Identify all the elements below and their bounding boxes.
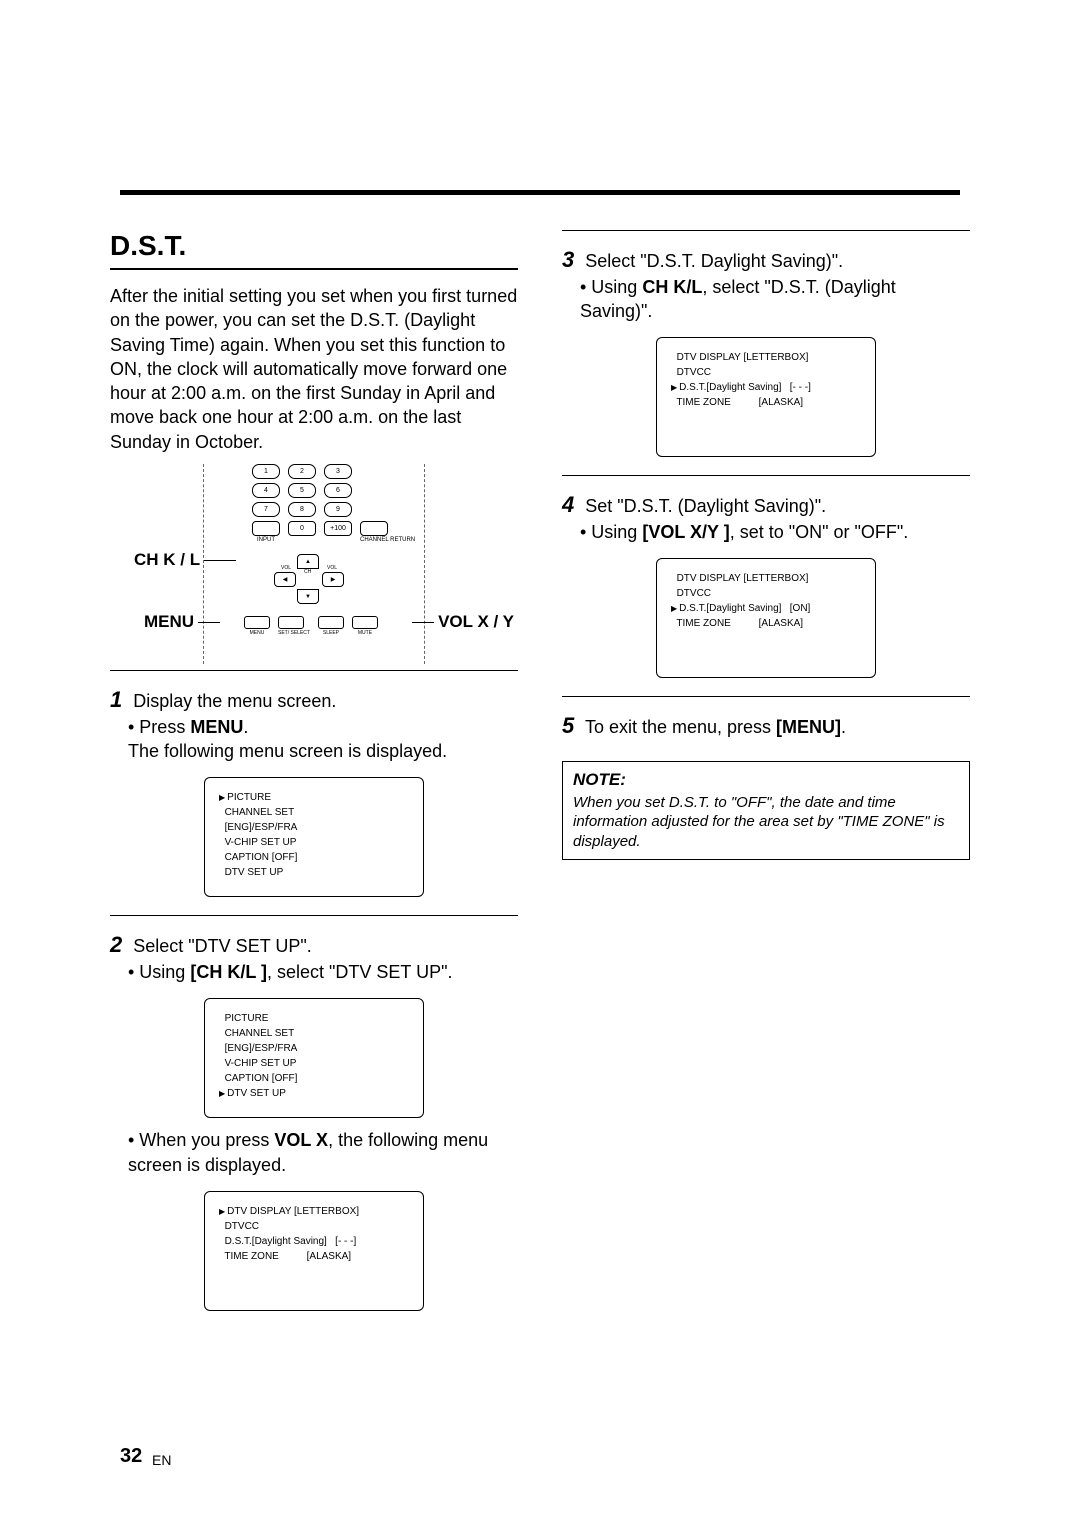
sleep-label: SLEEP — [318, 630, 344, 636]
mute-label: MUTE — [352, 630, 378, 636]
menu-label: MENU — [144, 612, 220, 632]
note-box: NOTE: When you set D.S.T. to "OFF", the … — [562, 761, 970, 861]
step-2-sub3: • When you press VOL X, the following me… — [128, 1128, 518, 1177]
step-4-number: 4 — [562, 492, 574, 517]
step-4: 4 Set "D.S.T. (Daylight Saving)". • Usin… — [562, 475, 970, 696]
step-1-text: 1 Display the menu screen. — [110, 685, 518, 715]
remote-diagram: 123 456 789 INPUT 0 +100 CHANNEL RETURN … — [110, 464, 518, 664]
dpad: CH▲ ▼ ◀VOL VOL▶ — [274, 554, 344, 604]
set-select-label: SET/ SELECT — [278, 630, 310, 636]
bottom-buttons: MENU SET/ SELECT SLEEP MUTE — [244, 616, 378, 636]
step-2-number: 2 — [110, 932, 122, 957]
step-3-number: 3 — [562, 247, 574, 272]
ch-label: CH K / L — [134, 550, 236, 570]
step-3-text: 3 Select "D.S.T. Daylight Saving)". — [562, 245, 970, 275]
step-3-sub: • Using CH K/L, select "D.S.T. (Daylight… — [580, 275, 970, 324]
section-title: D.S.T. — [110, 230, 518, 270]
plus100-button: +100 — [324, 521, 352, 536]
manual-page: D.S.T. After the initial setting you set… — [0, 0, 1080, 1528]
input-label: INPUT — [252, 537, 280, 543]
page-number: 32 — [120, 1445, 142, 1468]
keypad: 123 456 789 INPUT 0 +100 CHANNEL RETURN — [252, 464, 415, 547]
step-1: 1 Display the menu screen. • Press MENU.… — [110, 670, 518, 915]
intro-paragraph: After the initial setting you set when y… — [110, 284, 518, 454]
vol-label: VOL X / Y — [412, 612, 514, 632]
step-2-screen: PICTURECHANNEL SET[ENG]/ESP/FRAV-CHIP SE… — [204, 998, 424, 1118]
left-column: D.S.T. After the initial setting you set… — [110, 230, 518, 1329]
dpad-right: VOL▶ — [322, 572, 344, 587]
dpad-up: CH▲ — [297, 554, 319, 569]
step-4-text: 4 Set "D.S.T. (Daylight Saving)". — [562, 490, 970, 520]
menu-btn-label: MENU — [244, 630, 270, 636]
right-column: 3 Select "D.S.T. Daylight Saving)". • Us… — [562, 230, 970, 1329]
note-body: When you set D.S.T. to "OFF", the date a… — [573, 793, 959, 852]
dpad-down: ▼ — [297, 589, 319, 604]
step-2-screen2: DTV DISPLAY [LETTERBOX]DTVCCD.S.T.[Dayli… — [204, 1191, 424, 1311]
step-4-screen: DTV DISPLAY [LETTERBOX]DTVCCD.S.T.[Dayli… — [656, 558, 876, 678]
top-rule — [120, 190, 960, 195]
channel-return-label: CHANNEL RETURN — [360, 537, 415, 543]
step-5: 5 To exit the menu, press [MENU]. — [562, 696, 970, 749]
dpad-left: ◀VOL — [274, 572, 296, 587]
remote-outline: 123 456 789 INPUT 0 +100 CHANNEL RETURN … — [203, 464, 425, 664]
step-2: 2 Select "DTV SET UP". • Using [CH K/L ]… — [110, 915, 518, 1329]
columns: D.S.T. After the initial setting you set… — [110, 230, 970, 1329]
step-1-sub2: The following menu screen is displayed. — [128, 739, 518, 763]
step-4-sub: • Using [VOL X/Y ], set to "ON" or "OFF"… — [580, 520, 970, 544]
note-title: NOTE: — [573, 770, 959, 790]
step-5-text: 5 To exit the menu, press [MENU]. — [562, 711, 970, 741]
step-1-number: 1 — [110, 687, 122, 712]
step-2-text: 2 Select "DTV SET UP". — [110, 930, 518, 960]
step-1-screen: PICTURECHANNEL SET[ENG]/ESP/FRAV-CHIP SE… — [204, 777, 424, 897]
step-3: 3 Select "D.S.T. Daylight Saving)". • Us… — [562, 230, 970, 475]
page-lang: EN — [152, 1452, 171, 1468]
step-1-sub: • Press MENU. — [128, 715, 518, 739]
step-2-sub: • Using [CH K/L ], select "DTV SET UP". — [128, 960, 518, 984]
step-5-number: 5 — [562, 713, 574, 738]
step-3-screen: DTV DISPLAY [LETTERBOX]DTVCCD.S.T.[Dayli… — [656, 337, 876, 457]
